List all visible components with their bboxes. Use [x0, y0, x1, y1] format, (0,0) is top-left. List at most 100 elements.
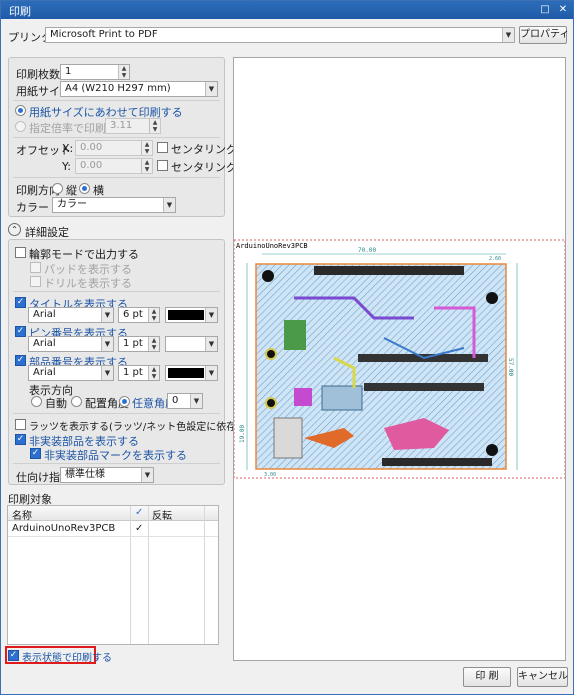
stepper-arrows-icon[interactable]: ▲ ▼ — [141, 141, 152, 155]
show-unmounted-checkbox[interactable]: ✓ — [15, 434, 26, 445]
center-y-label: センタリング — [171, 161, 237, 174]
chevron-down-icon: ▼ — [205, 366, 217, 380]
offset-y-stepper[interactable]: 0.00 ▲ ▼ — [75, 158, 153, 174]
part-font-select[interactable]: Arial ▼ — [28, 365, 114, 381]
offset-x-value: 0.00 — [80, 142, 103, 153]
part-size-value: 1 pt — [123, 367, 143, 378]
show-pin-numbers-checkbox[interactable]: ✓ — [15, 326, 26, 337]
collapse-icon[interactable]: ⌃ — [8, 223, 21, 236]
show-unmounted-mark-checkbox[interactable]: ✓ — [30, 448, 41, 459]
show-drills-checkbox[interactable] — [30, 276, 41, 287]
title-font-select[interactable]: Arial ▼ — [28, 307, 114, 323]
cancel-button[interactable]: キャンセル — [517, 667, 568, 687]
dir-placement-radio[interactable] — [71, 396, 82, 407]
divider — [13, 413, 220, 414]
details-header: 詳細設定 — [25, 226, 69, 239]
dir-auto-label: 自動 — [45, 397, 67, 410]
stepper-arrows-icon[interactable]: ▲ ▼ — [141, 159, 152, 173]
print-dialog: 印刷 □ ✕ プリンタ Microsoft Print to PDF ▼ プロパ… — [0, 0, 574, 695]
show-unmounted-mark-label: 非実装部品マークを表示する — [44, 449, 187, 462]
color-select[interactable]: カラー ▼ — [52, 197, 176, 213]
center-y-checkbox[interactable] — [157, 160, 168, 171]
color-swatch — [168, 368, 204, 378]
angle-select[interactable]: 0 ▼ — [167, 393, 203, 409]
chevron-down-icon: ▼ — [101, 337, 113, 351]
pin-size-stepper[interactable]: 1 pt ▲ ▼ — [118, 336, 160, 352]
scale-stepper[interactable]: 3.11 ▲ ▼ — [105, 118, 161, 134]
show-drills-label: ドリルを表示する — [44, 277, 132, 290]
title-bar: 印刷 □ ✕ — [1, 1, 573, 19]
header-strip — [314, 266, 464, 275]
col-name-header[interactable]: 名称 — [12, 507, 32, 522]
pin-size-value: 1 pt — [123, 338, 143, 349]
print-as-displayed-checkbox[interactable]: ✓ — [8, 650, 19, 661]
color-value: カラー — [57, 199, 87, 210]
close-icon[interactable]: ✕ — [556, 3, 570, 17]
paper-size-select[interactable]: A4 (W210 H297 mm) ▼ — [60, 81, 218, 97]
dim-left: 19.00 — [239, 425, 246, 443]
dim-top: 2.60 — [489, 256, 501, 262]
show-pads-checkbox[interactable] — [30, 262, 41, 273]
power-jack — [273, 417, 303, 459]
properties-button[interactable]: プロパティ — [519, 26, 569, 44]
stepper-arrows-icon[interactable]: ▲ ▼ — [118, 65, 129, 79]
show-title-checkbox[interactable]: ✓ — [15, 297, 26, 308]
maximize-icon[interactable]: □ — [538, 3, 552, 17]
dim-height: 57.00 — [507, 358, 514, 376]
col-check-header[interactable]: ✓ — [135, 507, 143, 518]
pin-font-value: Arial — [33, 338, 56, 349]
targets-list[interactable]: 名称 ✓ 反転 ArduinoUnoRev3PCB ✓ — [7, 505, 219, 645]
paper-size-value: A4 (W210 H297 mm) — [65, 83, 171, 94]
spec-value: 標準仕様 — [65, 469, 105, 480]
divider — [13, 177, 220, 178]
print-preview: ArduinoUnoRev3PCB 70.00 57.00 19.00 3.00… — [233, 57, 566, 661]
chevron-down-icon: ▼ — [190, 394, 202, 408]
spec-select[interactable]: 標準仕様 ▼ — [60, 467, 154, 483]
part-size-stepper[interactable]: 1 pt ▲ ▼ — [118, 365, 160, 381]
part-font-value: Arial — [33, 367, 56, 378]
row-checked[interactable]: ✓ — [135, 523, 143, 534]
chip — [294, 388, 312, 406]
pin-color-select[interactable]: ▼ — [165, 336, 218, 352]
dir-auto-radio[interactable] — [31, 396, 42, 407]
stepper-arrows-icon[interactable]: ▲ ▼ — [149, 119, 160, 133]
fit-to-paper-radio[interactable] — [15, 105, 26, 116]
pin-font-select[interactable]: Arial ▼ — [28, 336, 114, 352]
divider — [13, 463, 220, 464]
dim-bottom-left: 3.00 — [264, 472, 276, 478]
outline-mode-checkbox[interactable] — [15, 247, 26, 258]
chevron-down-icon: ▼ — [141, 468, 153, 482]
divider — [13, 137, 220, 138]
copies-value: 1 — [65, 66, 72, 77]
col-flip-header[interactable]: 反転 — [152, 507, 172, 522]
dir-arbitrary-radio[interactable] — [119, 396, 130, 407]
title-font-value: Arial — [33, 309, 56, 320]
title-color-select[interactable]: ▼ — [165, 307, 218, 323]
stepper-arrows-icon[interactable]: ▲ ▼ — [148, 337, 159, 351]
title-size-stepper[interactable]: 6 pt ▲ ▼ — [118, 307, 160, 323]
part-color-select[interactable]: ▼ — [165, 365, 218, 381]
table-row[interactable]: ArduinoUnoRev3PCB ✓ — [8, 521, 218, 537]
chevron-down-icon: ▼ — [163, 198, 175, 212]
offset-x-stepper[interactable]: 0.00 ▲ ▼ — [75, 140, 153, 156]
chevron-down-icon: ▼ — [205, 82, 217, 96]
stepper-arrows-icon[interactable]: ▲ ▼ — [148, 366, 159, 380]
window-title: 印刷 — [9, 5, 31, 18]
printer-select[interactable]: Microsoft Print to PDF ▼ — [45, 27, 515, 43]
chevron-down-icon: ▼ — [101, 308, 113, 322]
copies-label: 印刷枚数 — [16, 68, 60, 81]
usb-connector — [284, 320, 306, 350]
show-ratsnest-checkbox[interactable] — [15, 419, 26, 430]
mount-hole — [262, 270, 274, 282]
copies-stepper[interactable]: 1 ▲ ▼ — [60, 64, 130, 80]
center-x-checkbox[interactable] — [157, 142, 168, 153]
landscape-radio[interactable] — [79, 183, 90, 194]
stepper-arrows-icon[interactable]: ▲ ▼ — [148, 308, 159, 322]
chevron-down-icon: ▼ — [502, 28, 514, 42]
print-button[interactable]: 印 刷 — [463, 667, 511, 687]
scale-radio[interactable] — [15, 121, 26, 132]
header-strip — [364, 383, 484, 391]
chevron-down-icon: ▼ — [205, 337, 217, 351]
show-part-numbers-checkbox[interactable]: ✓ — [15, 355, 26, 366]
portrait-radio[interactable] — [52, 183, 63, 194]
